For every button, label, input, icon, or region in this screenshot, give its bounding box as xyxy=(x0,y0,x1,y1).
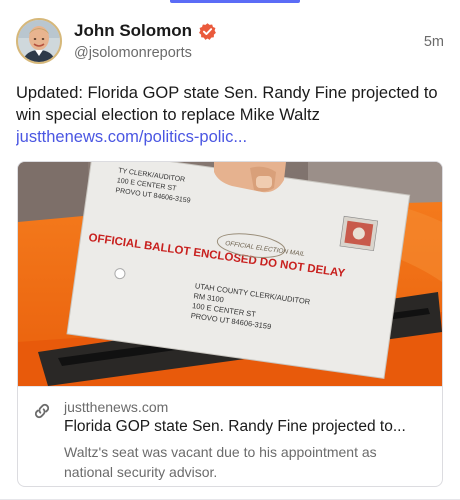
post-body: Updated: Florida GOP state Sen. Randy Fi… xyxy=(16,82,446,148)
link-preview-domain: justthenews.com xyxy=(64,399,169,415)
postage-stamp xyxy=(339,215,379,252)
author-name[interactable]: John Solomon xyxy=(74,21,192,41)
post-card[interactable]: John Solomon @jsolomonreports 5m Updated… xyxy=(0,0,460,500)
avatar[interactable] xyxy=(16,18,62,64)
link-preview-meta: justthenews.com Florida GOP state Sen. R… xyxy=(18,386,442,486)
post-header: John Solomon @jsolomonreports 5m xyxy=(16,18,444,66)
avatar-photo xyxy=(18,20,60,62)
post-text: Updated: Florida GOP state Sen. Randy Fi… xyxy=(16,84,438,124)
link-preview-description: Waltz's seat was vacant due to his appoi… xyxy=(64,444,377,480)
post-timestamp[interactable]: 5m xyxy=(424,34,444,50)
author-handle[interactable]: @jsolomonreports xyxy=(74,45,192,61)
link-chain-icon xyxy=(32,401,52,421)
link-preview-card[interactable]: TY CLERK/AUDITOR 100 E CENTER ST PROVO U… xyxy=(17,161,443,487)
link-preview-image: TY CLERK/AUDITOR 100 E CENTER ST PROVO U… xyxy=(18,162,442,386)
author-name-row: John Solomon xyxy=(74,21,217,41)
link-preview-title[interactable]: Florida GOP state Sen. Randy Fine projec… xyxy=(64,418,436,436)
post-link[interactable]: justthenews.com/politics-polic... xyxy=(16,126,446,148)
verified-badge-icon xyxy=(198,22,217,41)
